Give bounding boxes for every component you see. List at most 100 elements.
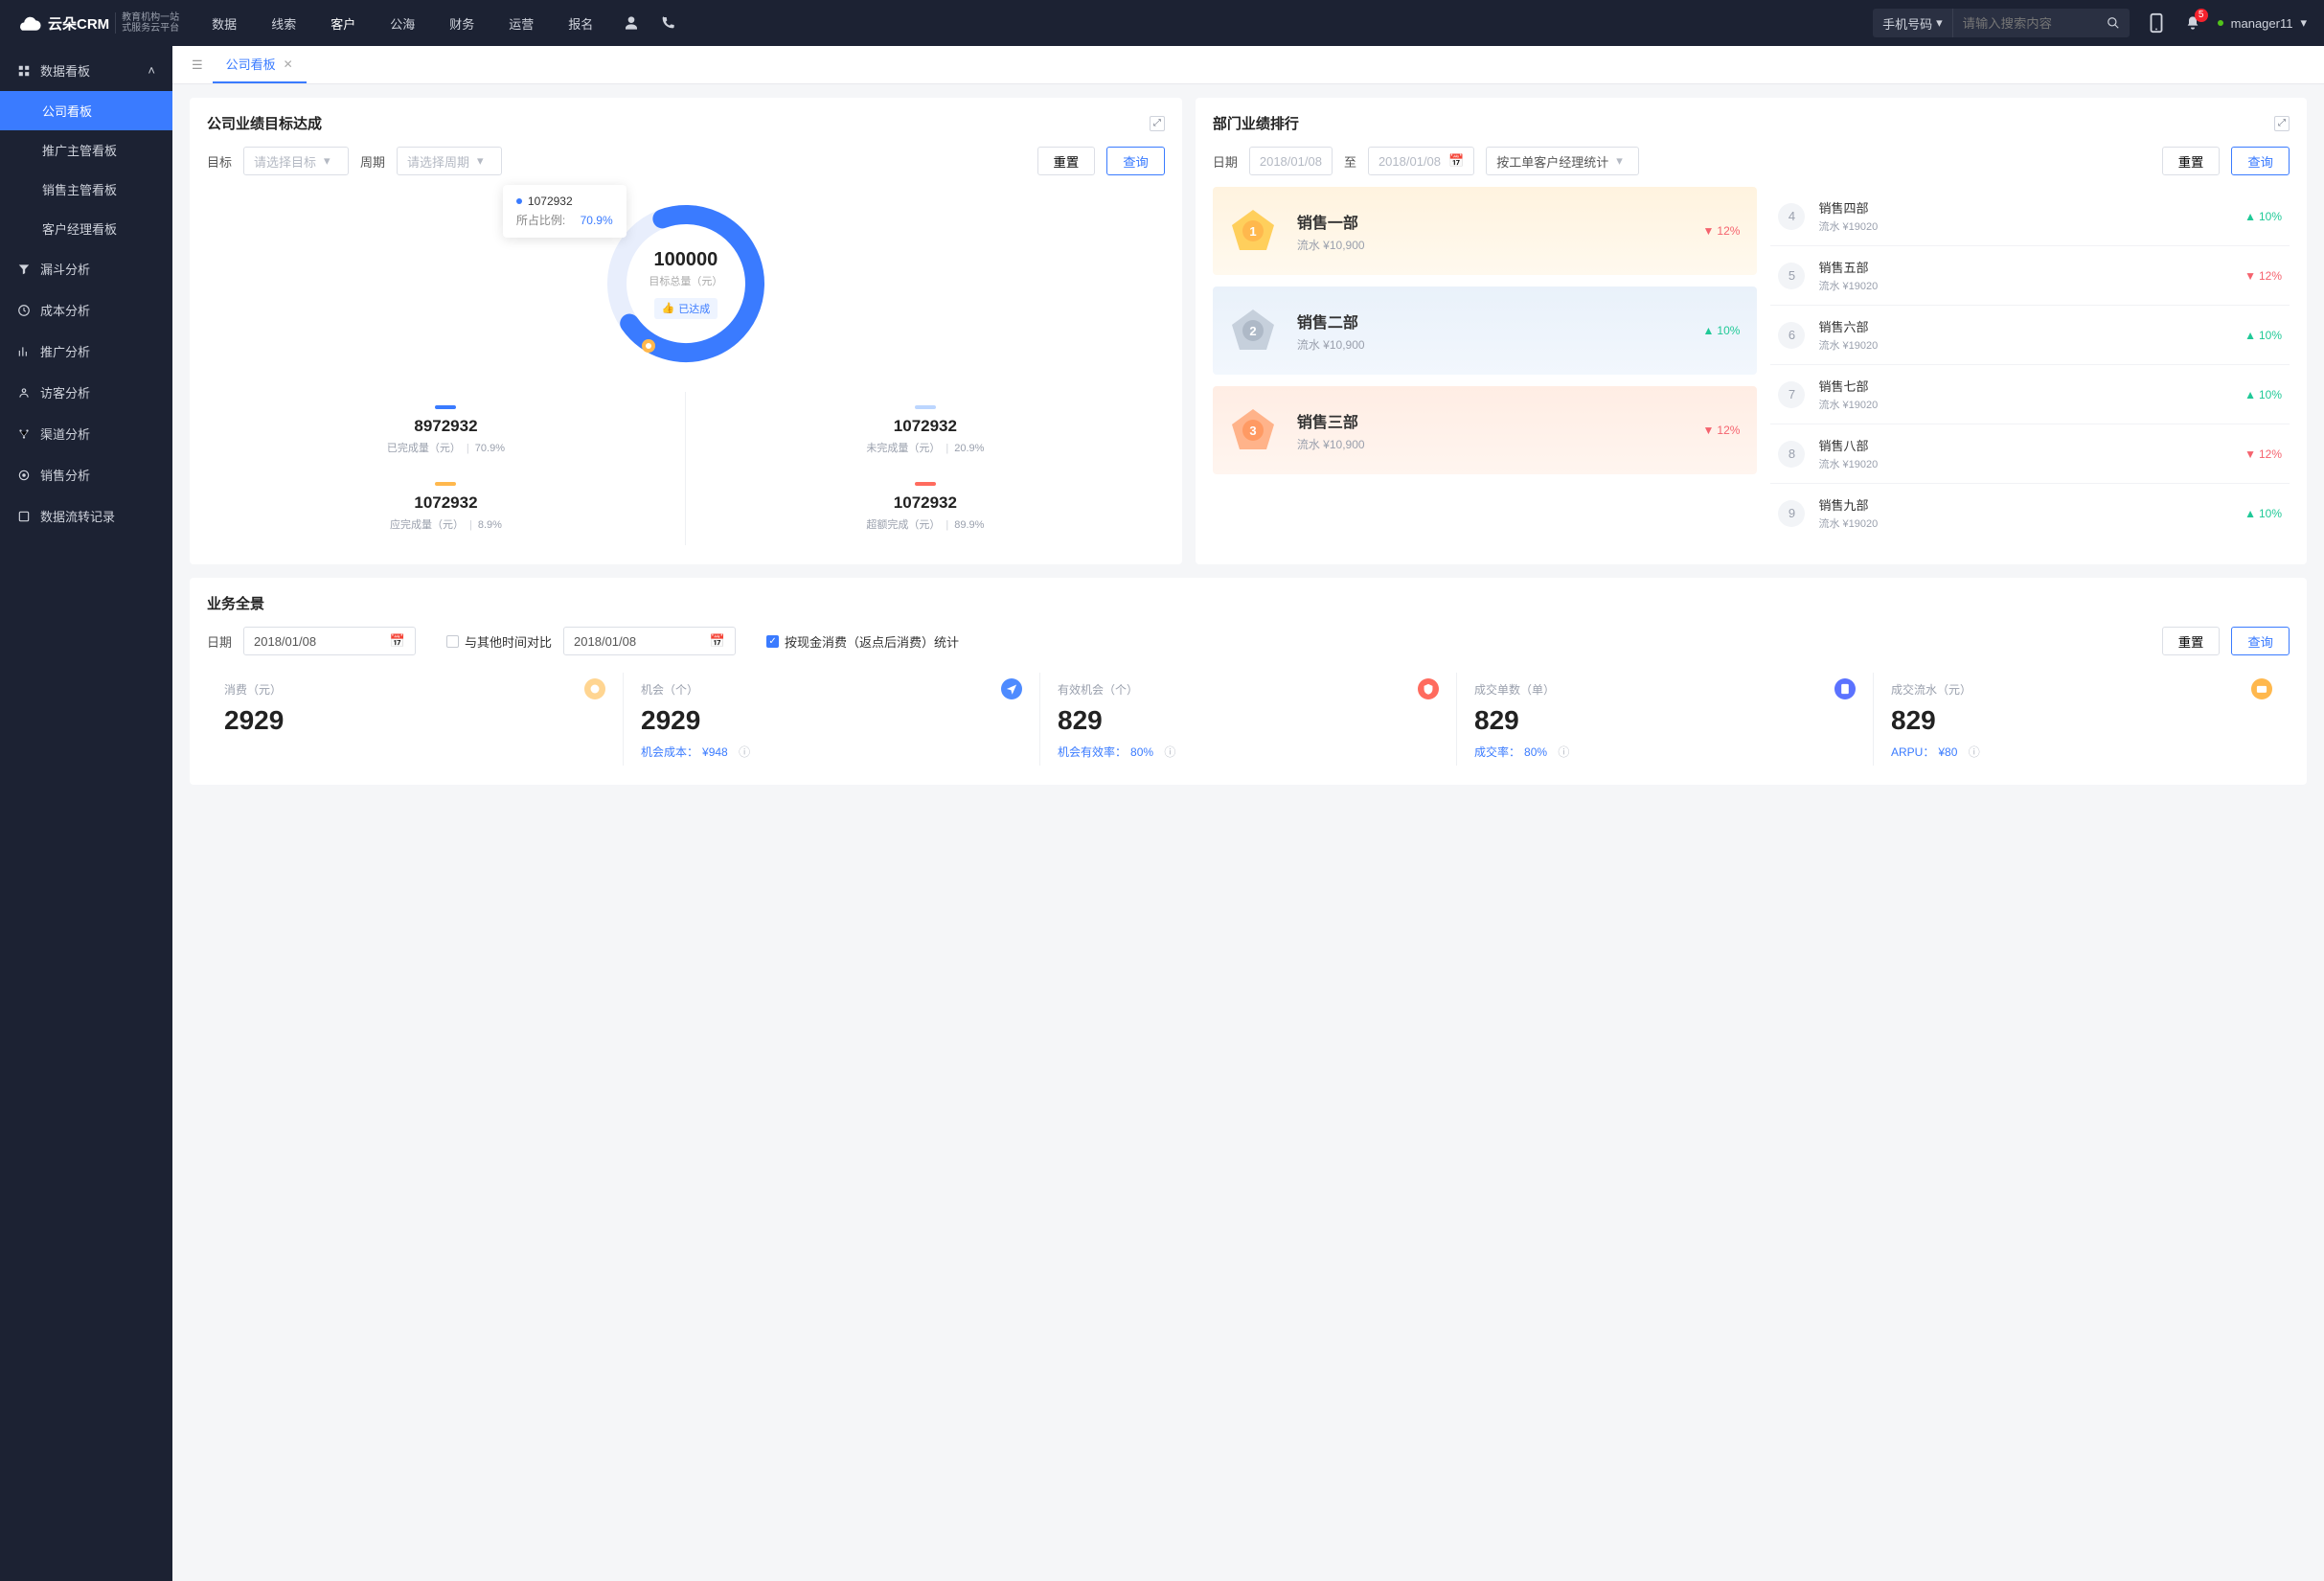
nav-link-customer[interactable]: 客户 (327, 14, 359, 33)
card-ranking-title: 部门业绩排行 (1213, 113, 1299, 133)
lbl-target: 目标 (207, 152, 232, 171)
notification-bell[interactable]: 5 (2185, 14, 2200, 32)
sidebar-item-sales[interactable]: 销售分析 (0, 454, 172, 495)
sidebar-item-cust-mgr[interactable]: 客户经理看板 (0, 209, 172, 248)
nav-link-ops[interactable]: 运营 (505, 14, 537, 33)
expand-button[interactable]: ⤢ (2274, 116, 2290, 131)
expand-button[interactable]: ⤢ (1150, 116, 1165, 131)
tabs-bar: ☰ 公司看板 ✕ (172, 46, 2324, 84)
rank-name: 销售五部 (1818, 258, 2231, 276)
arrow-down-icon: ▼ (2244, 269, 2256, 283)
reset-button[interactable]: 重置 (2162, 147, 2221, 175)
search-icon (2107, 16, 2120, 30)
sidebar-item-promo[interactable]: 推广分析 (0, 331, 172, 372)
nav-link-lead[interactable]: 线索 (267, 14, 300, 33)
query-button[interactable]: 查询 (1106, 147, 1165, 175)
flow-icon (17, 510, 31, 523)
trend-badge: ▼12% (1703, 424, 1741, 437)
lbl-period: 周期 (360, 152, 385, 171)
brand-name: 云朵CRM (48, 13, 109, 34)
arrow-up-icon: ▲ (2244, 388, 2256, 401)
nav-link-data[interactable]: 数据 (208, 14, 240, 33)
calendar-icon: 📅 (710, 633, 725, 649)
funnel-icon (17, 263, 31, 276)
brand-sub: 教育机构一站式服务云平台 (115, 12, 179, 34)
trend-badge: ▼12% (2244, 447, 2282, 461)
help-icon[interactable]: ⓘ (739, 744, 750, 760)
select-mode[interactable]: 按工单客户经理统计▾ (1486, 147, 1639, 175)
query-button[interactable]: 查询 (2231, 147, 2290, 175)
tab-company-board[interactable]: 公司看板 ✕ (213, 46, 307, 83)
sidebar-item-company[interactable]: 公司看板 (0, 91, 172, 130)
close-icon[interactable]: ✕ (284, 57, 293, 71)
nav-link-sea[interactable]: 公海 (386, 14, 419, 33)
top-nav: 云朵CRM 教育机构一站式服务云平台 数据 线索 客户 公海 财务 运营 报名 … (0, 0, 2324, 46)
rank-name: 销售六部 (1818, 317, 2231, 335)
query-button[interactable]: 查询 (2231, 627, 2290, 655)
compare-checkbox[interactable]: 与其他时间对比 (446, 632, 552, 651)
podium-sub: 流水 ¥10,900 (1297, 237, 1686, 253)
search-input[interactable] (1953, 9, 2097, 37)
goal-total-label: 目标总量（元） (649, 273, 722, 288)
rank-number: 4 (1778, 203, 1805, 230)
arrow-up-icon: ▲ (2244, 329, 2256, 342)
trend-badge: ▲10% (2244, 210, 2282, 223)
overview-date2[interactable]: 2018/01/08📅 (563, 627, 736, 655)
date-to[interactable]: 2018/01/08📅 (1368, 147, 1474, 175)
gstat-should: 1072932 应完成量（元）|8.9% (207, 469, 686, 545)
chevron-up-icon: ˄ (148, 63, 155, 78)
nav-link-enroll[interactable]: 报名 (564, 14, 597, 33)
username: manager11 (2231, 16, 2293, 31)
arrow-up-icon: ▲ (2244, 210, 2256, 223)
arrow-down-icon: ▼ (1703, 424, 1715, 437)
rank-number: 5 (1778, 263, 1805, 289)
sidebar-item-cost[interactable]: 成本分析 (0, 289, 172, 331)
help-icon[interactable]: ⓘ (1969, 744, 1980, 760)
cloud-icon (17, 14, 42, 32)
tabs-menu-button[interactable]: ☰ (182, 57, 213, 73)
overview-date1[interactable]: 2018/01/08📅 (243, 627, 416, 655)
metric-cell: 有效机会（个） 829 机会有效率：80% ⓘ (1040, 673, 1457, 766)
sidebar-item-flow[interactable]: 数据流转记录 (0, 495, 172, 537)
rank-name: 销售九部 (1818, 495, 2231, 514)
sidebar-item-sales-mgr[interactable]: 销售主管看板 (0, 170, 172, 209)
nav-link-finance[interactable]: 财务 (445, 14, 478, 33)
shield-icon (1418, 678, 1439, 699)
svg-text:1: 1 (1249, 224, 1256, 239)
user-menu[interactable]: manager11 ▾ (2218, 15, 2307, 31)
chevron-down-icon: ▾ (477, 153, 484, 169)
podium-name: 销售一部 (1297, 210, 1686, 233)
sidebar-group-dashboard[interactable]: 数据看板 ˄ (0, 50, 172, 91)
metric-value: 829 (1058, 705, 1439, 736)
sidebar-item-promo-mgr[interactable]: 推广主管看板 (0, 130, 172, 170)
chevron-down-icon: ▾ (2300, 15, 2307, 31)
tab-label: 公司看板 (226, 55, 276, 73)
user-icon[interactable] (624, 15, 639, 31)
search-button[interactable] (2097, 9, 2130, 37)
notification-badge: 5 (2195, 9, 2208, 22)
help-icon[interactable]: ⓘ (1558, 744, 1569, 760)
reset-button[interactable]: 重置 (1037, 147, 1096, 175)
select-period[interactable]: 请选择周期▾ (397, 147, 502, 175)
chevron-down-icon: ▾ (1616, 153, 1623, 169)
mobile-icon[interactable] (2149, 12, 2164, 34)
date-from[interactable]: 2018/01/08 (1249, 147, 1333, 175)
metric-cell: 成交流水（元） 829 ARPU：¥80 ⓘ (1874, 673, 2290, 766)
sidebar-item-visitor[interactable]: 访客分析 (0, 372, 172, 413)
sidebar-item-channel[interactable]: 渠道分析 (0, 413, 172, 454)
search-type-select[interactable]: 手机号码 ▾ (1873, 9, 1953, 37)
cash-checkbox[interactable]: 按现金消费（返点后消费）统计 (766, 632, 959, 651)
reset-button[interactable]: 重置 (2162, 627, 2221, 655)
rank-row: 5 销售五部流水 ¥19020 ▼12% (1770, 246, 2290, 306)
metric-footer: 机会有效率：80% ⓘ (1058, 744, 1439, 760)
podium-2: 2 销售二部流水 ¥10,900 ▲10% (1213, 286, 1758, 375)
sidebar-item-funnel[interactable]: 漏斗分析 (0, 248, 172, 289)
card-overview: 业务全景 日期 2018/01/08📅 与其他时间对比 2018/01/08📅 … (190, 578, 2307, 785)
metric-cell: 成交单数（单） 829 成交率：80% ⓘ (1457, 673, 1874, 766)
help-icon[interactable]: ⓘ (1164, 744, 1175, 760)
phone-icon[interactable] (660, 15, 675, 31)
brand-logo[interactable]: 云朵CRM 教育机构一站式服务云平台 (17, 12, 179, 34)
arrow-down-icon: ▼ (1703, 224, 1715, 238)
select-target[interactable]: 请选择目标▾ (243, 147, 349, 175)
metric-value: 829 (1891, 705, 2272, 736)
